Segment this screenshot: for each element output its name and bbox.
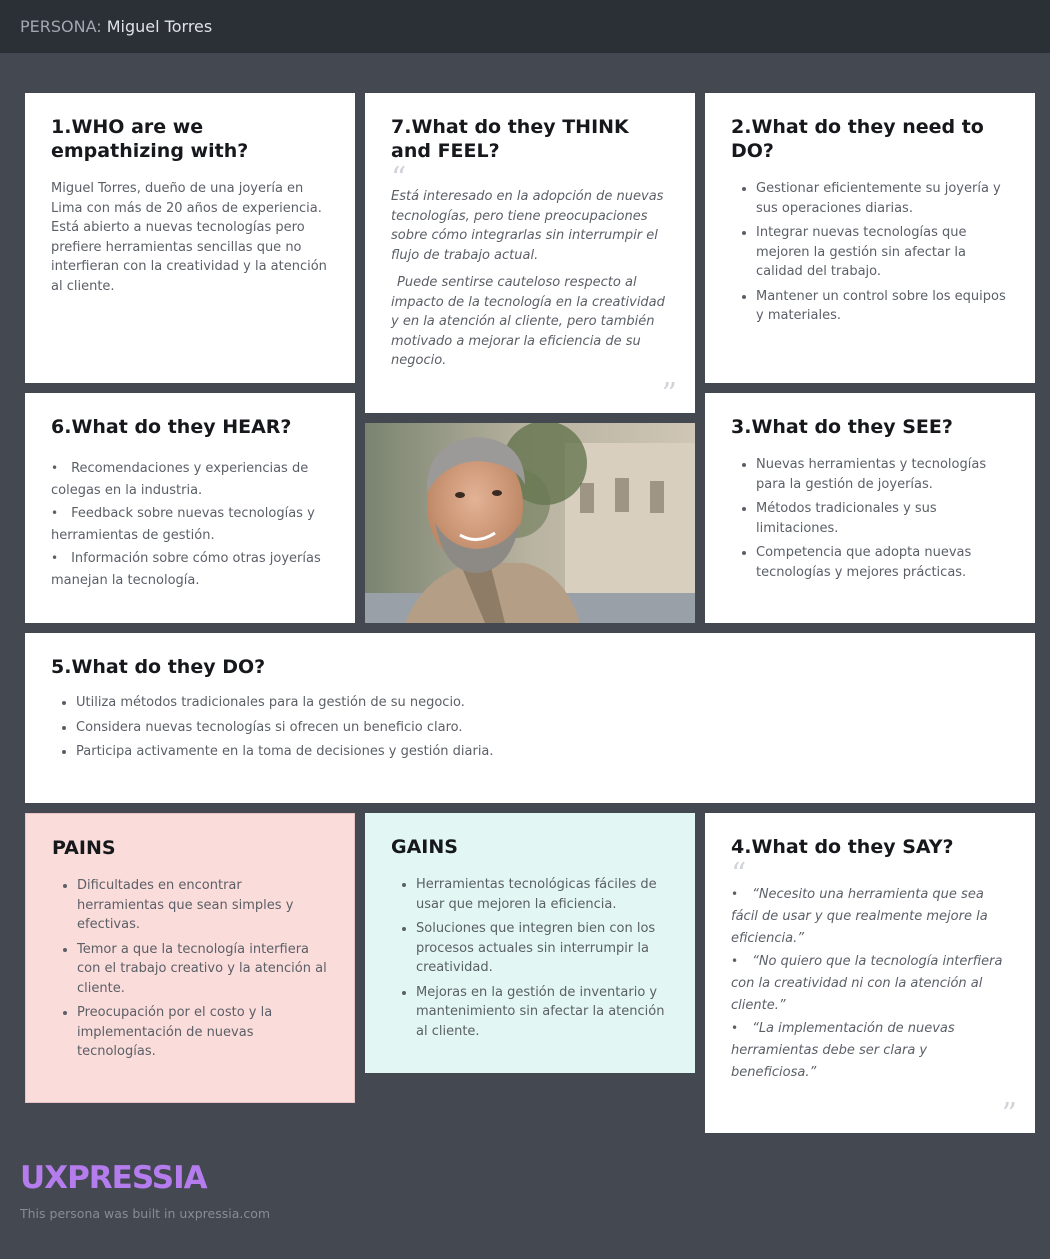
list-item: Mejoras en la gestión de inventario y ma… — [416, 983, 669, 1042]
footer-note: This persona was built in uxpressia.com — [20, 1206, 271, 1221]
card-title: 1.WHO are we empathizing with? — [51, 116, 249, 162]
card-need-to-do: 2.What do they need to DO? Gestionar efi… — [705, 93, 1035, 383]
say-list: “Necesito una herramienta que sea fácil … — [731, 883, 1009, 1084]
think-paragraph: Está interesado en la adopción de nuevas… — [391, 189, 664, 263]
quote-open-icon: “ — [731, 857, 747, 892]
persona-name: Miguel Torres — [106, 17, 213, 36]
list-item: Mantener un control sobre los equipos y … — [756, 287, 1009, 326]
persona-header: PERSONA: Miguel Torres — [0, 0, 1050, 53]
uxpressia-logo[interactable]: UXPRESSIA — [20, 1160, 208, 1196]
list-item: Temor a que la tecnología interfiera con… — [77, 940, 328, 999]
card-see: 3.What do they SEE? Nuevas herramientas … — [705, 393, 1035, 623]
quote-close-icon: ” — [1001, 1097, 1017, 1132]
pains-list: Dificultades en encontrar herramientas q… — [52, 876, 328, 1062]
list-item: “Necesito una herramienta que sea fácil … — [731, 883, 1009, 950]
card-title: 6.What do they HEAR? — [51, 416, 292, 438]
card-title: 4.What do they SAY? — [731, 836, 954, 858]
list-item: Utiliza métodos tradicionales para la ge… — [76, 693, 1009, 713]
gains-list: Herramientas tecnológicas fáciles de usa… — [391, 875, 669, 1041]
card-title: 5.What do they DO? — [51, 656, 266, 678]
list-item: Competencia que adopta nuevas tecnología… — [756, 543, 1009, 582]
see-list: Nuevas herramientas y tecnologías para l… — [731, 455, 1009, 582]
card-title: PAINS — [52, 837, 116, 859]
do-list: Utiliza métodos tradicionales para la ge… — [51, 693, 1009, 762]
list-item: Soluciones que integren bien con los pro… — [416, 919, 669, 978]
card-gains: GAINS Herramientas tecnológicas fáciles … — [365, 813, 695, 1073]
persona-label: PERSONA: — [20, 17, 102, 36]
hear-list: Recomendaciones y experiencias de colega… — [51, 457, 329, 592]
list-item: Métodos tradicionales y sus limitaciones… — [756, 499, 1009, 538]
quote-open-icon: “ — [391, 161, 407, 196]
list-item: Recomendaciones y experiencias de colega… — [51, 457, 329, 502]
list-item: Dificultades en encontrar herramientas q… — [77, 876, 328, 935]
list-item: Participa activamente en la toma de deci… — [76, 742, 1009, 762]
card-title: 7.What do they THINK and FEEL? — [391, 116, 629, 162]
card-do: 5.What do they DO? Utiliza métodos tradi… — [25, 633, 1035, 803]
card-think-feel: 7.What do they THINK and FEEL? “ Está in… — [365, 93, 695, 413]
list-item: Nuevas herramientas y tecnologías para l… — [756, 455, 1009, 494]
need-list: Gestionar eficientemente su joyería y su… — [731, 179, 1009, 326]
list-item: Integrar nuevas tecnologías que mejoren … — [756, 223, 1009, 282]
card-title: 3.What do they SEE? — [731, 416, 953, 438]
think-paragraph: Puede sentirse cauteloso respecto al imp… — [391, 275, 665, 368]
quote-close-icon: ” — [661, 377, 677, 412]
card-hear: 6.What do they HEAR? Recomendaciones y e… — [25, 393, 355, 623]
list-item: Considera nuevas tecnologías si ofrecen … — [76, 718, 1009, 738]
card-say: 4.What do they SAY? “ “Necesito una herr… — [705, 813, 1035, 1133]
list-item: “No quiero que la tecnología interfiera … — [731, 950, 1009, 1017]
list-item: Gestionar eficientemente su joyería y su… — [756, 179, 1009, 218]
persona-photo — [365, 423, 695, 623]
card-who: 1.WHO are we empathizing with? Miguel To… — [25, 93, 355, 383]
list-item: Feedback sobre nuevas tecnologías y herr… — [51, 502, 329, 547]
list-item: Preocupación por el costo y la implement… — [77, 1003, 328, 1062]
list-item: Información sobre cómo otras joyerías ma… — [51, 547, 329, 592]
card-title: GAINS — [391, 836, 458, 858]
list-item: “La implementación de nuevas herramienta… — [731, 1017, 1009, 1084]
card-pains: PAINS Dificultades en encontrar herramie… — [25, 813, 355, 1103]
list-item: Herramientas tecnológicas fáciles de usa… — [416, 875, 669, 914]
who-description: Miguel Torres, dueño de una joyería en L… — [51, 181, 327, 294]
card-title: 2.What do they need to DO? — [731, 116, 984, 162]
